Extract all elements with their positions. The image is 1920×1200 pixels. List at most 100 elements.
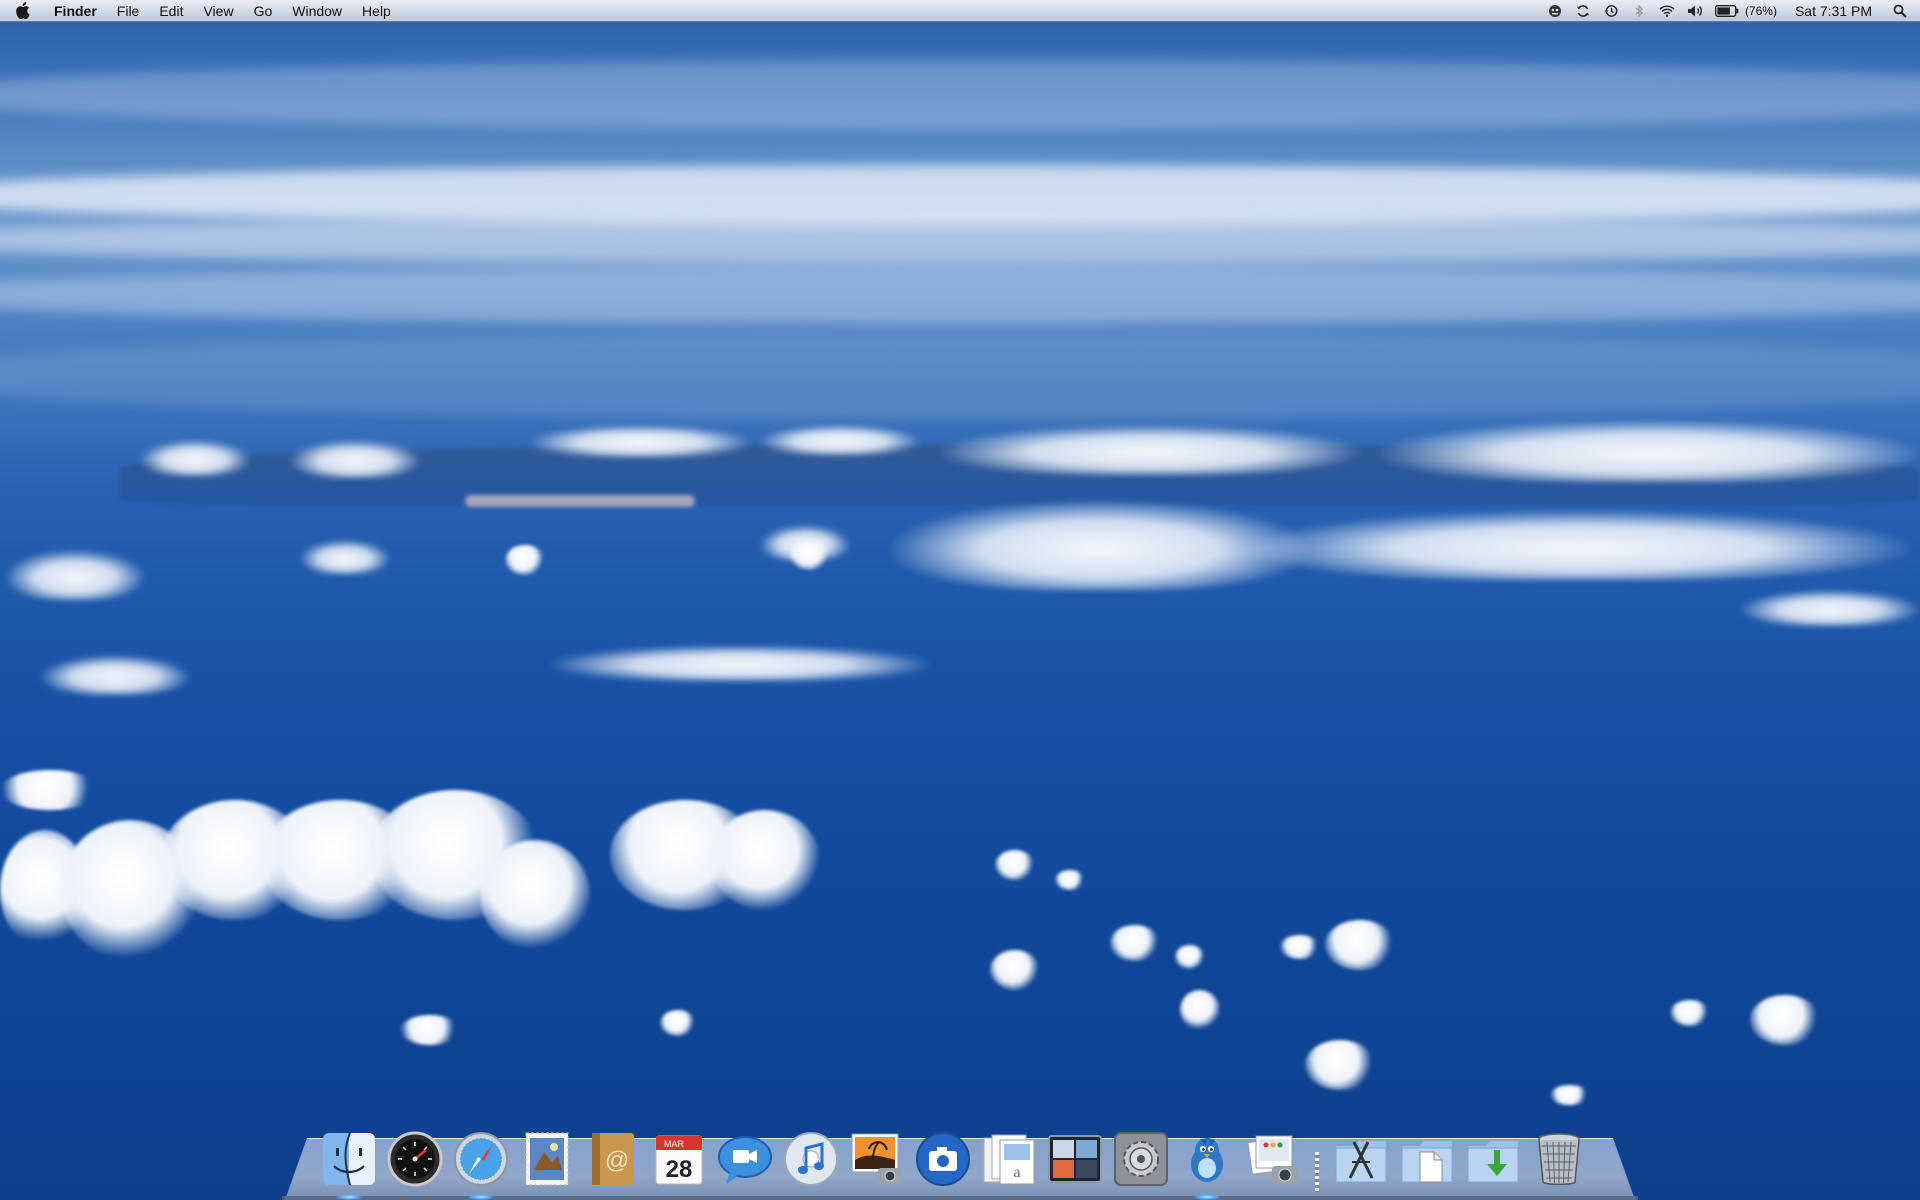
dock-item-mail[interactable] <box>518 1130 576 1188</box>
apple-logo-icon[interactable] <box>0 0 44 22</box>
dock-item-spaces[interactable] <box>1046 1130 1104 1188</box>
bluetooth-icon[interactable] <box>1631 3 1647 19</box>
cloud <box>550 645 930 681</box>
menu-bar: Finder File Edit View Go Window Help (76… <box>0 0 1920 22</box>
cloud <box>990 950 1040 990</box>
dock-item-ical[interactable]: MAR 28 <box>650 1130 708 1188</box>
cloud <box>890 500 1310 590</box>
iphoto-icon <box>851 1133 902 1184</box>
battery-icon[interactable] <box>1714 3 1739 19</box>
cloud <box>505 545 545 575</box>
trash-icon <box>1538 1133 1580 1185</box>
dock-stack-applications[interactable] <box>1332 1130 1390 1188</box>
calendar-day: 28 <box>666 1156 693 1183</box>
mail-stamp-icon <box>525 1132 569 1186</box>
address-book-icon: @ <box>592 1133 634 1185</box>
cloud <box>1740 590 1920 626</box>
cirrus-band <box>0 265 1920 325</box>
cloud <box>1280 935 1320 959</box>
cloud <box>1750 995 1820 1045</box>
dock-item-finder[interactable] <box>320 1130 378 1200</box>
dock-separator[interactable] <box>1310 1130 1324 1192</box>
growl-icon[interactable] <box>1547 3 1563 19</box>
menu-go[interactable]: Go <box>244 0 283 22</box>
cloud <box>1175 945 1205 969</box>
bird-icon <box>1191 1137 1223 1182</box>
dock-item-dashboard[interactable] <box>386 1130 444 1188</box>
spotlight-search-icon[interactable] <box>1892 3 1908 19</box>
wifi-icon[interactable] <box>1659 3 1675 19</box>
dock-item-address-book[interactable]: @ <box>584 1130 642 1188</box>
volume-icon[interactable] <box>1687 3 1703 19</box>
dock-item-ichat[interactable] <box>716 1130 774 1188</box>
dock-item-bird-app[interactable] <box>1178 1130 1236 1200</box>
itunes-icon <box>784 1132 838 1186</box>
cloud <box>1180 990 1220 1030</box>
cloud <box>140 440 250 476</box>
dock-stack-downloads[interactable] <box>1464 1130 1522 1188</box>
cloud <box>660 1010 696 1036</box>
downloads-folder-icon <box>1467 1141 1519 1183</box>
applications-folder-icon <box>1335 1141 1387 1183</box>
preview-icon: a <box>983 1134 1035 1185</box>
cloud <box>1380 420 1920 482</box>
dock-item-image-capture[interactable] <box>914 1130 972 1188</box>
cloud <box>940 425 1360 475</box>
dock-trash[interactable] <box>1530 1130 1588 1188</box>
dashboard-icon <box>387 1131 443 1187</box>
cloud <box>1305 1040 1375 1090</box>
cloud <box>40 655 190 695</box>
cloud <box>995 850 1035 880</box>
cloud <box>480 840 590 950</box>
menu-window[interactable]: Window <box>282 0 352 22</box>
running-indicator <box>468 1194 494 1200</box>
system-preferences-icon <box>1114 1132 1168 1186</box>
menu-edit[interactable]: Edit <box>149 0 193 22</box>
cirrus-band <box>0 215 1920 265</box>
svg-text:a: a <box>1013 1164 1020 1181</box>
menu-bar-status: (76%) Sat 7:31 PM <box>1547 0 1920 21</box>
dock: @ MAR 28 a <box>320 1118 1588 1200</box>
menu-clock[interactable]: Sat 7:31 PM <box>1795 3 1872 19</box>
calendar-icon: MAR 28 <box>655 1135 703 1185</box>
menu-file[interactable]: File <box>107 0 150 22</box>
menu-view[interactable]: View <box>193 0 243 22</box>
cirrus-band <box>0 60 1920 130</box>
dock-item-iphoto[interactable] <box>848 1130 906 1188</box>
cloud <box>760 425 920 455</box>
horizon-haze <box>0 330 1920 420</box>
dock-item-itunes[interactable] <box>782 1130 840 1188</box>
safari-compass-icon <box>454 1132 508 1186</box>
svg-text:@: @ <box>605 1147 629 1174</box>
menu-app-finder[interactable]: Finder <box>44 0 107 22</box>
menu-bar-left: Finder File Edit View Go Window Help <box>0 0 401 21</box>
running-indicator <box>1194 1194 1220 1200</box>
cloud <box>1110 925 1160 961</box>
dock-item-safari[interactable] <box>452 1130 510 1200</box>
menu-help[interactable]: Help <box>352 0 401 22</box>
dock-item-photo-viewer[interactable] <box>1244 1130 1302 1188</box>
spaces-icon <box>1048 1135 1102 1183</box>
photo-viewer-icon <box>1247 1135 1298 1184</box>
cloud <box>290 440 420 478</box>
cloud <box>790 540 830 570</box>
cloud <box>1250 510 1910 580</box>
dock-item-system-preferences[interactable] <box>1112 1130 1170 1188</box>
cloud <box>1670 1000 1710 1026</box>
cloud <box>300 540 390 574</box>
camera-icon <box>916 1132 970 1186</box>
sync-icon[interactable] <box>1575 3 1591 19</box>
running-indicator <box>336 1194 362 1200</box>
dock-item-preview[interactable]: a <box>980 1130 1038 1188</box>
calendar-month: MAR <box>664 1139 685 1149</box>
documents-folder-icon <box>1401 1141 1453 1183</box>
finder-icon <box>323 1132 375 1186</box>
battery-percent[interactable]: (76%) <box>1745 4 1777 18</box>
dock-stack-documents[interactable] <box>1398 1130 1456 1188</box>
cloud <box>710 810 820 910</box>
time-machine-icon[interactable] <box>1603 3 1619 19</box>
cloud <box>530 425 750 457</box>
ichat-icon <box>718 1136 772 1184</box>
cloud <box>400 1015 460 1045</box>
desktop-wallpaper <box>0 0 1920 1200</box>
